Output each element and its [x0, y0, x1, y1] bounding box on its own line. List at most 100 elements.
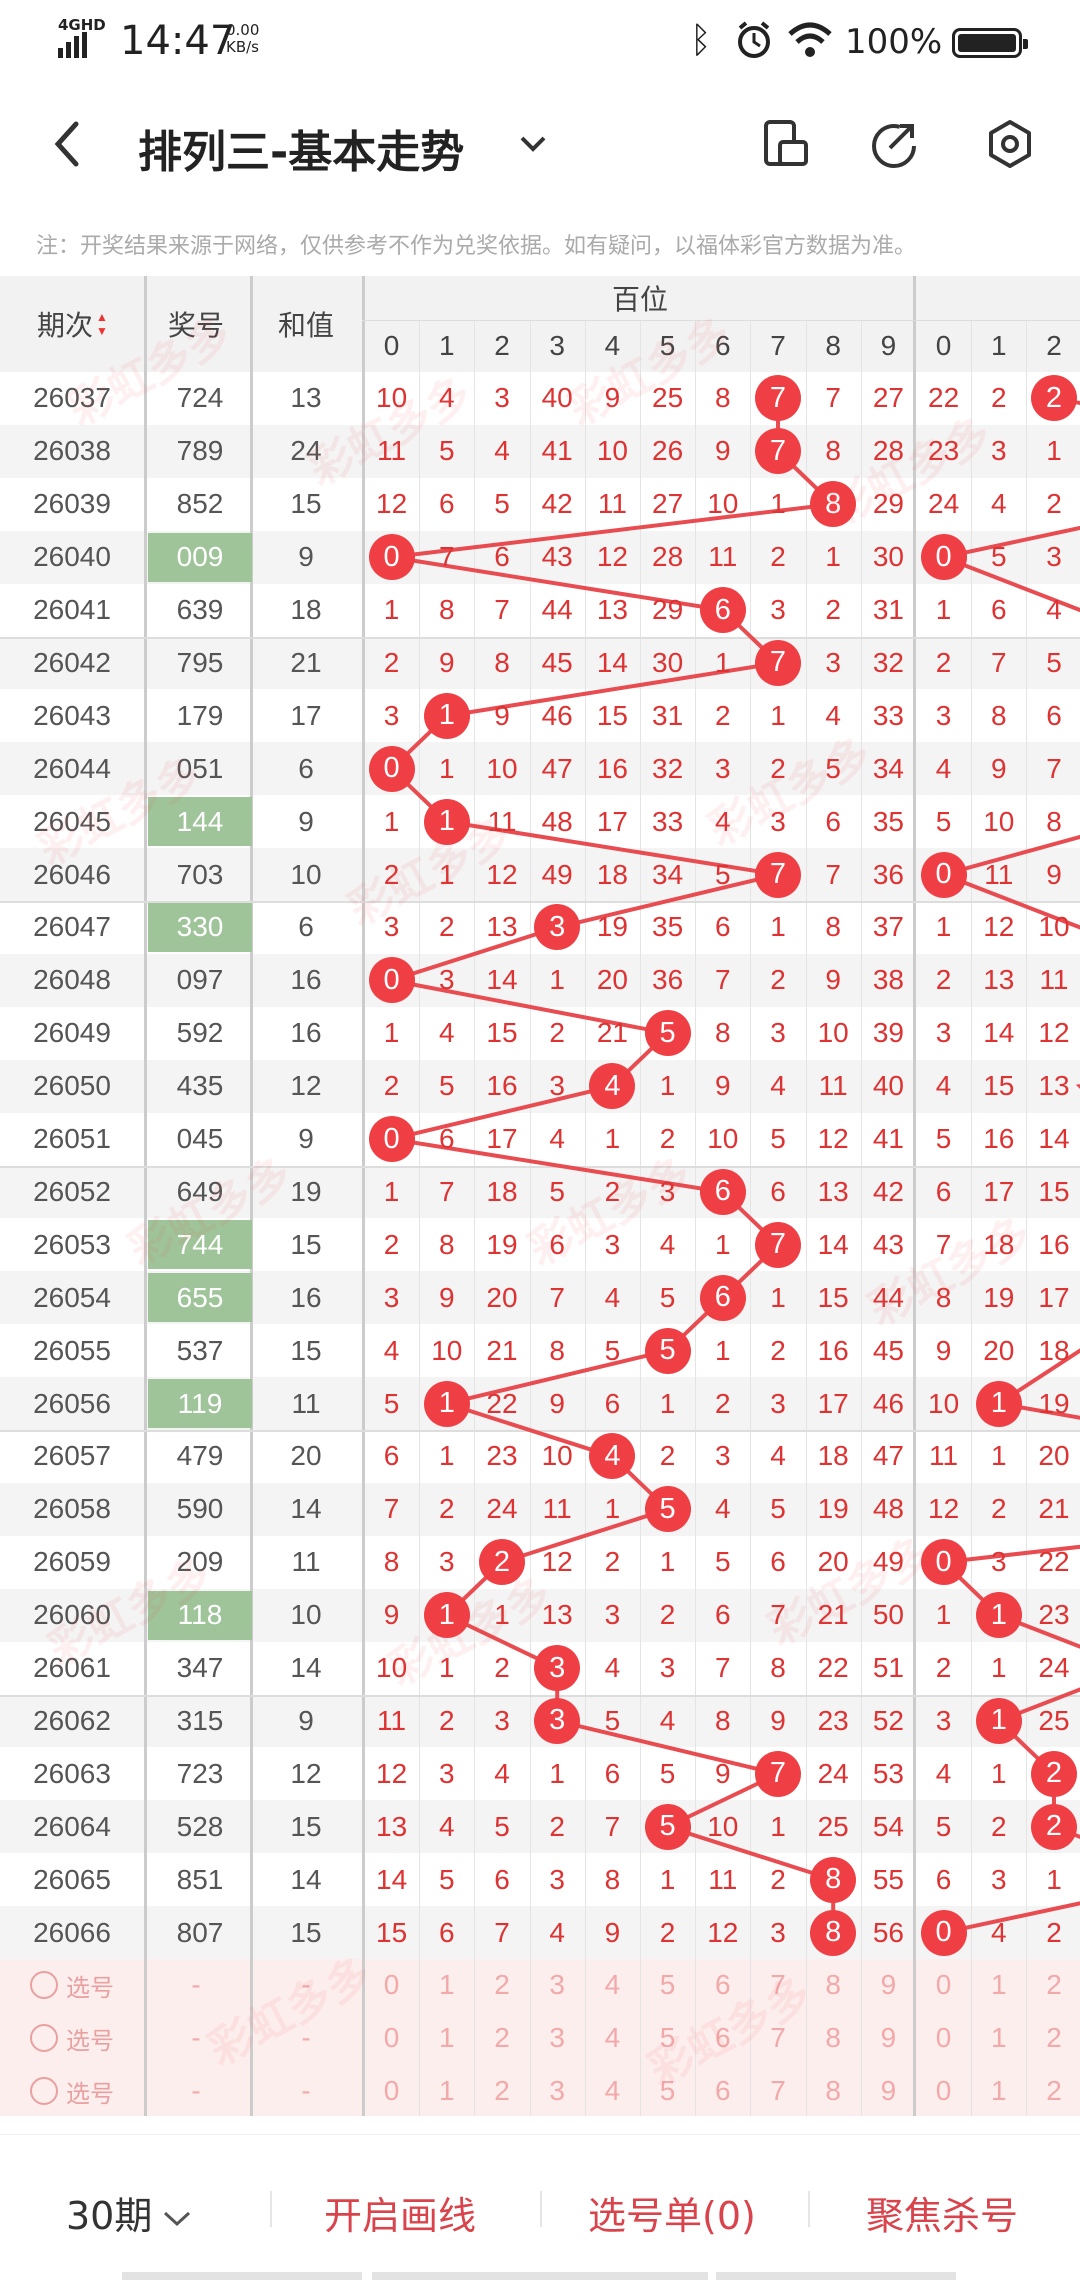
back-arrow-icon[interactable] — [48, 116, 88, 172]
pick-digit-option[interactable]: 5 — [640, 2012, 695, 2065]
pick-label: 选号 — [66, 1974, 114, 2002]
miss-count-cell: 13 — [376, 1810, 408, 1842]
pick-digit-option[interactable]: 5 — [640, 2065, 695, 2116]
number-cell: 347 — [176, 1652, 224, 1684]
pick-digit-option[interactable]: 9 — [861, 2065, 916, 2116]
pick-digit-option[interactable]: 0 — [364, 2012, 419, 2065]
pick-digit-option[interactable]: 8 — [806, 2065, 861, 2116]
pick-digit-option[interactable]: 3 — [530, 2012, 585, 2065]
miss-count-cell: 7 — [549, 1281, 565, 1313]
miss-count-cell: 6 — [549, 1228, 565, 1260]
pick-list-button[interactable]: 选号单(0) — [588, 2185, 756, 2240]
pick-digit-option[interactable]: 7 — [750, 2012, 805, 2065]
miss-count-cell: 28 — [652, 541, 684, 573]
miss-count-cell: 7 — [714, 1652, 731, 1684]
pick-digit-option[interactable]: 2 — [474, 2012, 529, 2065]
pick-row-selector[interactable]: 选号 — [0, 1959, 144, 2012]
pick-row-selector[interactable]: 选号 — [0, 2012, 144, 2065]
pick-digit-option[interactable]: 1 — [419, 1959, 474, 2012]
pick-digit-option[interactable]: 4 — [585, 2065, 640, 2116]
pick-digit-option[interactable]: 4 — [585, 2012, 640, 2065]
pick-digit-option[interactable]: 1 — [971, 1959, 1026, 2012]
miss-count-cell: 6 — [438, 1123, 455, 1155]
pick-digit-option[interactable]: 2 — [474, 2065, 529, 2116]
page-title[interactable]: 排列三-基本走势 — [138, 116, 464, 180]
pick-digit-option[interactable]: 7 — [750, 1959, 805, 2012]
share-icon[interactable] — [868, 118, 920, 170]
settings-icon[interactable] — [984, 118, 1036, 170]
pick-digit-option[interactable]: 0 — [916, 1959, 971, 2012]
radio-circle-icon[interactable] — [30, 1971, 58, 2000]
miss-count-cell: 21 — [817, 1599, 849, 1631]
number-cell: 795 — [176, 646, 224, 678]
screen-rotate-icon[interactable] — [758, 118, 810, 170]
period-cell: 26042 — [33, 646, 111, 678]
pick-digit-option[interactable]: 1 — [971, 2065, 1026, 2116]
pick-digit-option[interactable]: 0 — [916, 2012, 971, 2065]
sum-cell: 24 — [290, 435, 322, 467]
miss-count-cell: 2 — [383, 646, 400, 678]
pick-digit-option[interactable]: 4 — [585, 1959, 640, 2012]
draw-lines-button[interactable]: 开启画线 — [324, 2185, 476, 2240]
sum-cell: 9 — [298, 541, 314, 573]
pick-digit-option[interactable]: 1 — [419, 2012, 474, 2065]
miss-count-cell: 17 — [1038, 1281, 1070, 1313]
miss-count-cell: 48 — [872, 1493, 904, 1525]
miss-count-cell: 14 — [817, 1228, 849, 1260]
trend-table[interactable]: 期次 ▲▼ 奖号 和值 百位 0 1 2 3 4 5 6 7 8 9 0 1 2 26037 724 13 10 4 3 40 9… — [0, 276, 1080, 2116]
pick-digit-option[interactable]: 6 — [695, 2012, 750, 2065]
drawn-digit-ball: 2 — [1031, 1750, 1077, 1797]
pick-digit-option[interactable]: 8 — [806, 2012, 861, 2065]
miss-count-cell: 2 — [990, 382, 1007, 414]
pick-digit-option[interactable]: 8 — [806, 1959, 861, 2012]
miss-count-cell: 24 — [1038, 1652, 1070, 1684]
miss-count-cell: 24 — [486, 1493, 518, 1525]
pick-digit-option[interactable]: 2 — [1026, 2012, 1080, 2065]
pick-digit-option[interactable]: 6 — [695, 2065, 750, 2116]
disclaimer-notice: 注：开奖结果来源于网络，仅供参考不作为兑奖依据。如有疑问，以福体彩官方数据为准。 — [36, 234, 917, 259]
pick-digit-option[interactable]: 0 — [364, 1959, 419, 2012]
miss-count-cell: 36 — [652, 964, 684, 996]
sum-cell: 21 — [290, 646, 322, 678]
chevron-down-icon[interactable] — [518, 132, 548, 156]
miss-count-cell: 13 — [817, 1175, 849, 1207]
pick-digit-option[interactable]: 7 — [750, 2065, 805, 2116]
pick-digit-option[interactable]: 2 — [1026, 1959, 1080, 2012]
pick-digit-option[interactable]: 1 — [971, 2012, 1026, 2065]
miss-count-cell: 49 — [872, 1546, 904, 1578]
radio-circle-icon[interactable] — [30, 2024, 58, 2053]
pick-digit-option[interactable]: 2 — [474, 1959, 529, 2012]
pick-digit-option[interactable]: 3 — [530, 1959, 585, 2012]
miss-count-cell: 30 — [652, 646, 684, 678]
miss-count-cell: 9 — [714, 1757, 731, 1789]
miss-count-cell: 1 — [770, 911, 786, 943]
pick-digit-option[interactable]: 9 — [861, 2012, 916, 2065]
pick-digit-option[interactable]: 9 — [861, 1959, 916, 2012]
miss-count-cell: 3 — [438, 964, 455, 996]
miss-count-cell: 2 — [825, 594, 841, 626]
period-cell: 26052 — [33, 1175, 111, 1207]
miss-count-cell: 2 — [935, 1652, 952, 1684]
pick-digit-option[interactable]: 1 — [419, 2065, 474, 2116]
radio-circle-icon[interactable] — [30, 2077, 58, 2106]
period-selector[interactable]: 30期 — [66, 2185, 192, 2240]
pick-digit-option[interactable]: 0 — [916, 2065, 971, 2116]
miss-count-cell: 2 — [659, 1123, 676, 1155]
sum-cell: 11 — [291, 1387, 321, 1419]
sum-cell: 15 — [290, 1810, 322, 1842]
pick-digit-option[interactable]: 5 — [640, 1959, 695, 2012]
miss-count-cell: 11 — [818, 1070, 848, 1102]
focus-kill-button[interactable]: 聚焦杀号 — [866, 2185, 1018, 2240]
pick-digit-option[interactable]: 3 — [530, 2065, 585, 2116]
miss-count-cell: 18 — [1038, 1334, 1070, 1366]
pick-digit-option[interactable]: 6 — [695, 1959, 750, 2012]
drawn-digit-ball: 0 — [368, 534, 415, 581]
drawn-digit-ball: 1 — [423, 1380, 470, 1427]
pick-row-selector[interactable]: 选号 — [0, 2065, 144, 2116]
pick-digit-option[interactable]: 2 — [1026, 2065, 1080, 2116]
miss-count-cell: 39 — [872, 1017, 904, 1049]
miss-count-cell: 1 — [659, 1387, 676, 1419]
miss-count-cell: 2 — [935, 964, 952, 996]
pick-digit-option[interactable]: 0 — [364, 2065, 419, 2116]
number-cell: 649 — [176, 1175, 224, 1207]
